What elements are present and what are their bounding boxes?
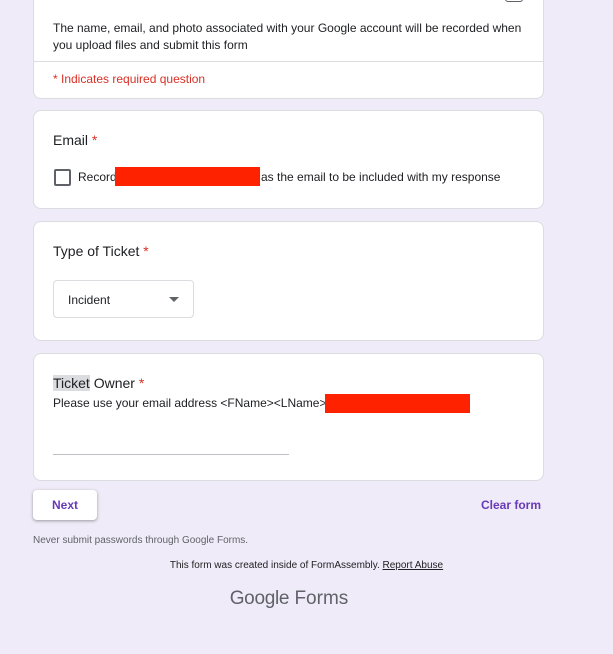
email-question-card: Email * Record as the email to be includ…: [33, 110, 544, 209]
password-warning: Never submit passwords through Google Fo…: [33, 535, 249, 546]
ticket-type-question-card: Type of Ticket * Incident: [33, 221, 544, 341]
clear-form-button[interactable]: Clear form: [481, 498, 541, 512]
question-title: Ticket Owner *: [53, 375, 144, 391]
question-title-text: Type of Ticket: [53, 243, 140, 259]
record-email-checkbox[interactable]: [54, 169, 71, 186]
next-button[interactable]: Next: [33, 490, 97, 520]
question-title-highlighted: Ticket: [53, 375, 90, 391]
created-notice: This form was created inside of FormAsse…: [0, 560, 613, 571]
google-forms-logo: Google Forms: [0, 588, 578, 610]
question-title-text: Owner: [89, 375, 135, 391]
required-asterisk: *: [138, 375, 145, 391]
required-asterisk: *: [143, 243, 149, 259]
record-label: Record: [78, 170, 117, 184]
question-title: Email *: [53, 132, 97, 148]
account-notice: The name, email, and photo associated wi…: [53, 21, 522, 52]
required-note: * Indicates required question: [53, 72, 206, 86]
question-title-text: Email: [53, 132, 89, 148]
redacted-email: [115, 167, 260, 186]
cloud-save-icon: [505, 0, 523, 2]
question-title: Type of Ticket *: [53, 243, 149, 259]
brand-google: Google: [229, 588, 290, 609]
question-help-text: Please use your email address <FName><LN…: [53, 396, 339, 410]
created-text: This form was created inside of FormAsse…: [169, 560, 383, 571]
divider: [34, 61, 543, 62]
required-asterisk: *: [91, 132, 98, 148]
dropdown-selected-value: Incident: [68, 293, 111, 307]
ticket-owner-question-card: Ticket Owner * Please use your email add…: [33, 353, 544, 481]
redacted-domain: [325, 394, 470, 413]
short-answer-input[interactable]: [53, 454, 289, 455]
chevron-down-icon: [169, 297, 179, 302]
form-header-card: The name, email, and photo associated wi…: [33, 0, 544, 99]
brand-forms: Forms: [289, 588, 349, 609]
report-abuse-link[interactable]: Report Abuse: [383, 560, 444, 571]
ticket-type-dropdown[interactable]: Incident: [53, 280, 194, 318]
record-suffix: as the email to be included with my resp…: [261, 170, 501, 184]
